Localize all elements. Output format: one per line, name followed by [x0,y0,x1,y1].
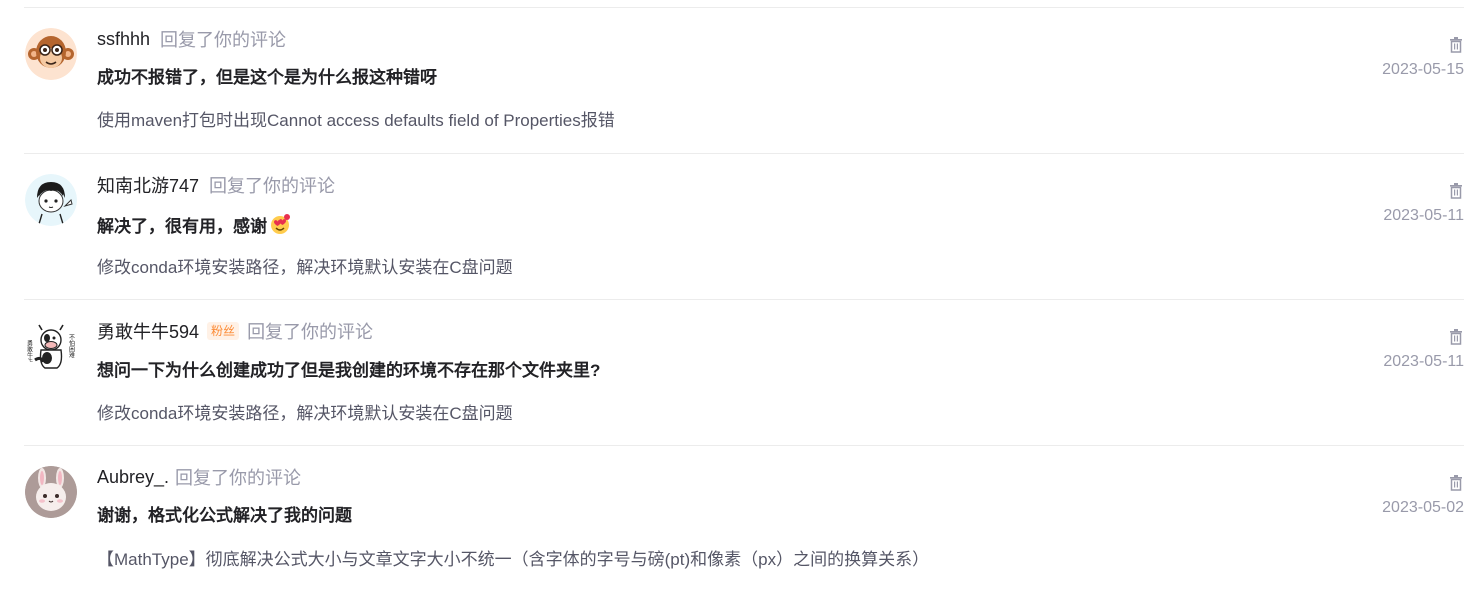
comment-date: 2023-05-15 [1382,61,1464,78]
action-text: 回复了你的评论 [160,30,287,50]
avatar-caption-left: 勇敢牛牛 [26,339,33,365]
list-item: 勇敢牛牛 不怕困难 勇敢牛牛594 粉丝 回复了你的评论 想问一下为什么创建成功… [0,300,1478,446]
reply-text[interactable]: 成功不报错了，但是这个是为什么报这种错呀 [97,63,437,88]
list-item: ssfhhh 回复了你的评论 成功不报错了，但是这个是为什么报这种错呀 使用ma… [0,8,1478,154]
reply-text-content: 谢谢，格式化公式解决了我的问题 [97,506,352,525]
fan-badge: 粉丝 [207,322,240,340]
username-link[interactable]: Aubrey_. [97,467,169,488]
action-text: 回复了你的评论 [175,468,302,488]
trash-icon[interactable] [1449,183,1463,199]
reply-text-content: 想问一下为什么创建成功了但是我创建的环境不存在那个文件夹里? [97,361,601,380]
article-title-link[interactable]: 【MathType】彻底解决公式大小与文章文字大小不统一（含字体的字号与磅(pt… [97,545,929,570]
article-title-link[interactable]: 使用maven打包时出现Cannot access defaults field… [97,106,615,131]
reply-text-content: 成功不报错了，但是这个是为什么报这种错呀 [97,68,437,87]
username-link[interactable]: ssfhhh [97,29,150,50]
reply-text[interactable]: 想问一下为什么创建成功了但是我创建的环境不存在那个文件夹里? [97,356,600,381]
list-item: Aubrey_. 回复了你的评论 谢谢，格式化公式解决了我的问题 【MathTy… [0,446,1478,592]
article-title-link[interactable]: 修改conda环境安装路径，解决环境默认安装在C盘问题 [97,399,513,424]
comment-date: 2023-05-11 [1383,353,1464,370]
reply-text-content: 解决了，很有用，感谢 [97,217,267,236]
username-link[interactable]: 勇敢牛牛594 [97,318,199,344]
cow-avatar-icon[interactable]: 勇敢牛牛 不怕困难 [25,320,77,372]
article-title-link[interactable]: 修改conda环境安装路径，解决环境默认安装在C盘问题 [97,253,513,278]
comment-header: 知南北游747 回复了你的评论 [97,174,335,196]
comment-header: Aubrey_. 回复了你的评论 [97,466,302,489]
avatar-caption-right: 不怕困难 [68,334,75,359]
comment-date: 2023-05-11 [1383,207,1464,224]
comment-header: 勇敢牛牛594 粉丝 回复了你的评论 [97,320,373,342]
heart-eyes-emoji-icon [269,213,291,235]
username-link[interactable]: 知南北游747 [97,172,199,198]
cartoon-boy-avatar-icon[interactable] [25,174,77,226]
comment-date: 2023-05-02 [1382,499,1464,516]
monkey-face-avatar-icon[interactable] [25,28,77,80]
comment-header: ssfhhh 回复了你的评论 [97,28,287,51]
reply-text[interactable]: 谢谢，格式化公式解决了我的问题 [97,501,352,526]
reply-text[interactable]: 解决了，很有用，感谢 [97,212,291,237]
trash-icon[interactable] [1449,329,1463,345]
trash-icon[interactable] [1449,475,1463,491]
bunny-plush-avatar-icon[interactable] [25,466,77,518]
list-item: 知南北游747 回复了你的评论 解决了，很有用，感谢 修改conda环境安装路径… [0,154,1478,300]
action-text: 回复了你的评论 [247,322,374,342]
action-text: 回复了你的评论 [209,176,336,196]
trash-icon[interactable] [1449,37,1463,53]
reply-notification-list: ssfhhh 回复了你的评论 成功不报错了，但是这个是为什么报这种错呀 使用ma… [0,0,1478,589]
